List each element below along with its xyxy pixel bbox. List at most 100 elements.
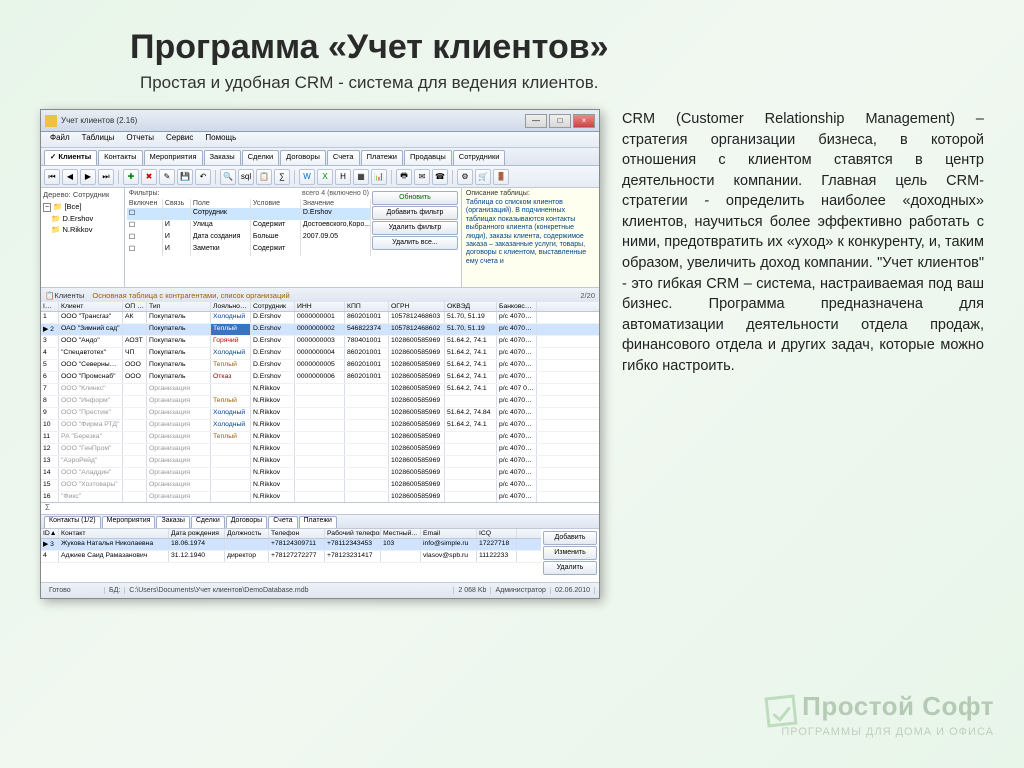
column-header[interactable]: Рабочий телефон bbox=[325, 529, 381, 538]
sub-tab[interactable]: Контакты (1/2) bbox=[44, 516, 101, 528]
export-icon[interactable]: 📊 bbox=[371, 169, 387, 185]
phone-icon[interactable]: ☎ bbox=[432, 169, 448, 185]
menu-item[interactable]: Отчеты bbox=[120, 132, 160, 147]
column-header[interactable]: Телефон bbox=[269, 529, 325, 538]
print-icon[interactable]: 🖶 bbox=[396, 169, 412, 185]
edit-icon[interactable]: ✎ bbox=[159, 169, 175, 185]
column-header[interactable]: ICQ bbox=[477, 529, 517, 538]
menu-item[interactable]: Помощь bbox=[199, 132, 242, 147]
add-icon[interactable]: ✚ bbox=[123, 169, 139, 185]
titlebar[interactable]: Учет клиентов (2.16) — □ × bbox=[41, 110, 599, 132]
maximize-button[interactable]: □ bbox=[549, 114, 571, 128]
nav-last-icon[interactable]: ⏭ bbox=[98, 169, 114, 185]
main-tab[interactable]: Мероприятия bbox=[144, 150, 203, 165]
tool-icon[interactable]: sql bbox=[238, 169, 254, 185]
table-row[interactable]: 4"Спецавтотех"ЧППокупательХолодныйD.Ersh… bbox=[41, 348, 599, 360]
tool-icon[interactable]: 📋 bbox=[256, 169, 272, 185]
filter-row[interactable]: ☐СотрудникD.Ershov bbox=[127, 208, 371, 220]
column-header[interactable]: Сотрудник bbox=[251, 302, 295, 311]
table-row[interactable]: 8ООО "Информ"ОрганизацияТеплыйN.Rikkov10… bbox=[41, 396, 599, 408]
column-header[interactable]: ИНН bbox=[295, 302, 345, 311]
table-row[interactable]: 14ООО "Аладдин"ОрганизацияN.Rikkov102860… bbox=[41, 468, 599, 480]
main-tab[interactable]: Счета bbox=[327, 150, 360, 165]
column-header[interactable]: Клиент bbox=[59, 302, 123, 311]
minimize-button[interactable]: — bbox=[525, 114, 547, 128]
column-header[interactable]: Тип bbox=[147, 302, 211, 311]
main-tab[interactable]: Продавцы bbox=[404, 150, 452, 165]
nav-next-icon[interactable]: ▶ bbox=[80, 169, 96, 185]
sub-tab[interactable]: Заказы bbox=[156, 516, 189, 528]
settings-icon[interactable]: ⚙ bbox=[457, 169, 473, 185]
export-icon[interactable]: ▦ bbox=[353, 169, 369, 185]
grid-column-headers[interactable]: ID▲КлиентОП ФормаТипЛояльностьСотрудникИ… bbox=[41, 302, 599, 312]
table-row[interactable]: 9ООО "Престиж"ОрганизацияХолодныйN.Rikko… bbox=[41, 408, 599, 420]
table-row[interactable]: 10ООО "Фирма РТД"ОрганизацияХолодныйN.Ri… bbox=[41, 420, 599, 432]
column-header[interactable]: Дата рождения bbox=[169, 529, 225, 538]
main-tab[interactable]: Заказы bbox=[204, 150, 241, 165]
main-tab[interactable]: ✓ Клиенты bbox=[44, 150, 97, 165]
column-header[interactable]: КПП bbox=[345, 302, 389, 311]
exit-icon[interactable]: 🚪 bbox=[493, 169, 509, 185]
sub-tab[interactable]: Договоры bbox=[226, 516, 267, 528]
table-row[interactable]: 11РА "Березка"ОрганизацияТеплыйN.Rikkov1… bbox=[41, 432, 599, 444]
clients-grid[interactable]: ID▲КлиентОП ФормаТипЛояльностьСотрудникИ… bbox=[41, 302, 599, 502]
cancel-icon[interactable]: ↶ bbox=[195, 169, 211, 185]
column-header[interactable]: Email bbox=[421, 529, 477, 538]
table-row[interactable]: 4Аджиев Саид Рамазанович31.12.1940директ… bbox=[41, 551, 541, 563]
close-button[interactable]: × bbox=[573, 114, 595, 128]
refresh-button[interactable]: Обновить bbox=[372, 191, 458, 205]
main-tab[interactable]: Сотрудники bbox=[453, 150, 506, 165]
nav-first-icon[interactable]: ⏮ bbox=[44, 169, 60, 185]
main-tab[interactable]: Сделки bbox=[242, 150, 280, 165]
table-row[interactable]: 5ООО "Северный бри"ОООПокупательТеплыйD.… bbox=[41, 360, 599, 372]
remove-filter-button[interactable]: Удалить фильтр bbox=[372, 221, 458, 235]
sub-tab[interactable]: Сделки bbox=[191, 516, 225, 528]
table-row[interactable]: 16"Фикс"ОрганизацияN.Rikkov1028600585969… bbox=[41, 492, 599, 502]
column-header[interactable]: ОКВЭД bbox=[445, 302, 497, 311]
table-row[interactable]: 1ООО "Трансгаз"АКПокупательХолодныйD.Ers… bbox=[41, 312, 599, 324]
tree-item[interactable]: 📁 N.Rikkov bbox=[43, 224, 122, 235]
filter-row[interactable]: ☐ИДата созданияБольше2007.09.05 bbox=[127, 232, 371, 244]
tree-item-all[interactable]: −📁 [Все] bbox=[43, 201, 122, 213]
table-row[interactable]: 6ООО "Промснаб"ОООПокупательОтказD.Ersho… bbox=[41, 372, 599, 384]
export-word-icon[interactable]: W bbox=[299, 169, 315, 185]
subgrid-columns[interactable]: ID▲КонтактДата рожденияДолжностьТелефонР… bbox=[41, 529, 541, 539]
table-row[interactable]: 15ООО "Хозтовары"ОрганизацияN.Rikkov1028… bbox=[41, 480, 599, 492]
column-header[interactable]: ОП Форма bbox=[123, 302, 147, 311]
table-row[interactable]: 13"АэроРейд"ОрганизацияN.Rikkov102860058… bbox=[41, 456, 599, 468]
table-row[interactable]: ▶ 3Жукова Наталья Николаевна18.06.1974+7… bbox=[41, 539, 541, 551]
table-row[interactable]: 12ООО "ГенПром"ОрганизацияN.Rikkov102860… bbox=[41, 444, 599, 456]
column-header[interactable]: ID▲ bbox=[41, 302, 59, 311]
sub-tab[interactable]: Мероприятия bbox=[102, 516, 156, 528]
menu-item[interactable]: Сервис bbox=[160, 132, 199, 147]
save-icon[interactable]: 💾 bbox=[177, 169, 193, 185]
column-header[interactable]: Банковские рекв... bbox=[497, 302, 537, 311]
sub-tab[interactable]: Счета bbox=[268, 516, 297, 528]
clear-filters-button[interactable]: Удалить все... bbox=[372, 236, 458, 250]
delete-icon[interactable]: ✖ bbox=[141, 169, 157, 185]
email-icon[interactable]: ✉ bbox=[414, 169, 430, 185]
column-header[interactable]: ID▲ bbox=[41, 529, 59, 538]
menu-item[interactable]: Файл bbox=[44, 132, 76, 147]
subgrid-edit-button[interactable]: Изменить bbox=[543, 546, 597, 560]
table-row[interactable]: ▶ 2ОАО "Зимний сад"ПокупательТеплыйD.Ers… bbox=[41, 324, 599, 336]
export-html-icon[interactable]: H bbox=[335, 169, 351, 185]
filter-row[interactable]: ☐ИЗаметкиСодержит bbox=[127, 244, 371, 256]
column-header[interactable]: Должность bbox=[225, 529, 269, 538]
export-excel-icon[interactable]: X bbox=[317, 169, 333, 185]
tool-icon[interactable]: ∑ bbox=[274, 169, 290, 185]
column-header[interactable]: Контакт bbox=[59, 529, 169, 538]
table-row[interactable]: 3ООО "Андо"АОЗТПокупательГорячийD.Ershov… bbox=[41, 336, 599, 348]
column-header[interactable]: ОГРН bbox=[389, 302, 445, 311]
tool-icon[interactable]: 🔍 bbox=[220, 169, 236, 185]
menu-item[interactable]: Таблицы bbox=[76, 132, 121, 147]
main-tab[interactable]: Договоры bbox=[280, 150, 326, 165]
subgrid-add-button[interactable]: Добавить bbox=[543, 531, 597, 545]
column-header[interactable]: Местный... bbox=[381, 529, 421, 538]
cart-icon[interactable]: 🛒 bbox=[475, 169, 491, 185]
tree-item[interactable]: 📁 D.Ershov bbox=[43, 213, 122, 224]
main-tab[interactable]: Контакты bbox=[98, 150, 142, 165]
sub-tab[interactable]: Платежи bbox=[299, 516, 337, 528]
table-row[interactable]: 7ООО "Клинкс"ОрганизацияN.Rikkov10286005… bbox=[41, 384, 599, 396]
column-header[interactable]: Лояльность bbox=[211, 302, 251, 311]
